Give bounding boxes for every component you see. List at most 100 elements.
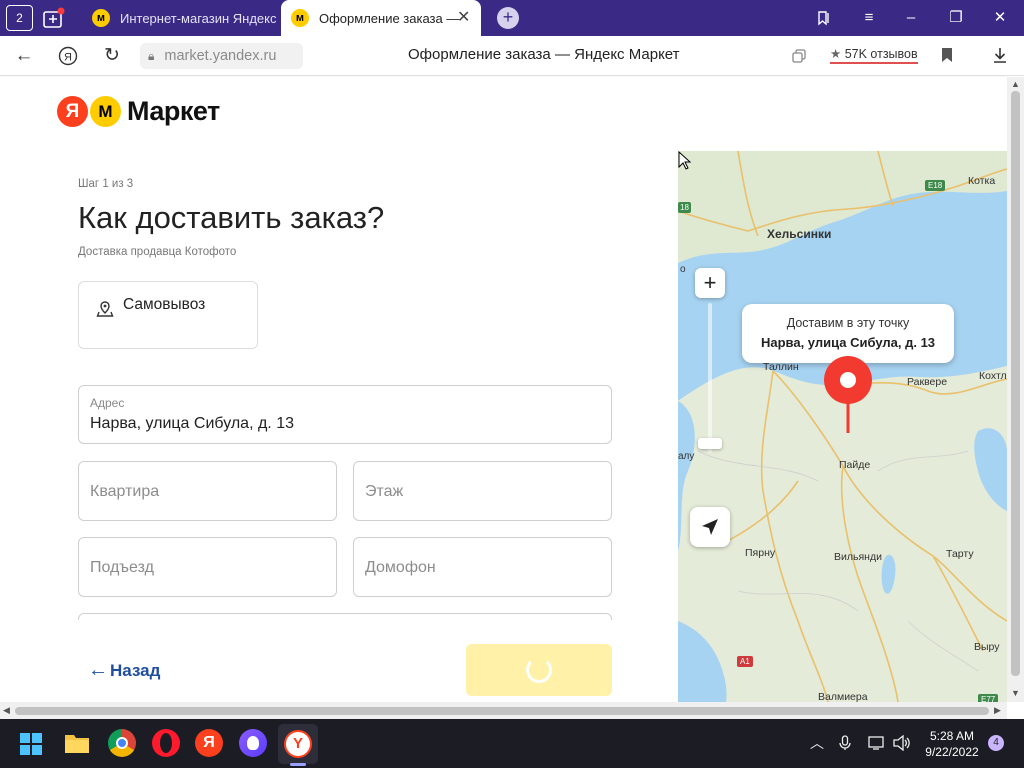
- map-label-parnu: Пярну: [745, 547, 776, 559]
- close-window-icon[interactable]: ✕: [988, 6, 1012, 30]
- clock-date: 9/22/2022: [925, 745, 979, 759]
- address-field[interactable]: Адрес Нарва, улица Сибула, д. 13: [78, 385, 612, 444]
- reviews-text: 57K отзывов: [844, 47, 918, 61]
- map-label-edge-alu: алу: [678, 451, 695, 462]
- star-icon: ★: [830, 47, 842, 61]
- yandex-logo-icon[interactable]: Я: [56, 44, 80, 68]
- vertical-scrollbar[interactable]: ▲ ▼: [1007, 77, 1024, 702]
- chevron-up-icon[interactable]: ︿: [810, 733, 824, 753]
- address-value: Нарва, улица Сибула, д. 13: [90, 415, 294, 432]
- windows-taskbar: Я Y ︿ 5:28 AM 9/22/2022 4: [0, 719, 1024, 768]
- market-logo-icon: М: [90, 96, 121, 127]
- map-label-edge-west: о: [680, 264, 686, 275]
- seller-note: Доставка продавца Котофото: [78, 246, 237, 258]
- map-label-helsinki: Хельсинки: [767, 227, 832, 241]
- horizontal-scrollbar[interactable]: ◀ ▶: [0, 702, 1007, 719]
- back-arrow-icon[interactable]: ←: [12, 44, 36, 68]
- vertical-scroll-thumb[interactable]: [1011, 91, 1020, 676]
- new-tab-button[interactable]: +: [497, 7, 519, 29]
- market-favicon-icon: м: [291, 9, 309, 27]
- close-tab-icon[interactable]: ✕: [457, 10, 470, 26]
- horizontal-scroll-thumb[interactable]: [15, 707, 989, 715]
- pickup-point-icon: [96, 301, 114, 317]
- continue-button[interactable]: [466, 644, 612, 696]
- scroll-down-icon[interactable]: ▼: [1011, 688, 1020, 698]
- alice-icon[interactable]: [239, 729, 267, 757]
- market-header: Я М Маркет: [0, 77, 1007, 151]
- plus-icon: +: [703, 270, 717, 295]
- plus-icon: +: [502, 7, 514, 27]
- floor-placeholder: Этаж: [365, 483, 404, 500]
- reviews-badge[interactable]: ★ 57K отзывов: [830, 46, 918, 64]
- map-label-kotka: Котка: [968, 175, 996, 187]
- browser-tab-bar: 2 м Интернет-магазин Яндекс м Оформление…: [0, 0, 1024, 36]
- zoom-in-button[interactable]: +: [695, 268, 725, 298]
- market-logo-text: Маркет: [127, 96, 220, 126]
- tab-count: 2: [16, 11, 23, 25]
- url-field[interactable]: 🔒︎ market.yandex.ru: [140, 43, 303, 69]
- clock-time: 5:28 AM: [929, 729, 975, 743]
- map-label-paide: Пайде: [839, 459, 871, 471]
- pickup-label: Самовывоз: [123, 296, 206, 313]
- page-title: Оформление заказа — Яндекс Маркет: [408, 46, 680, 63]
- tab-market-home[interactable]: м Интернет-магазин Яндекс: [80, 0, 276, 36]
- url-text: market.yandex.ru: [164, 48, 277, 64]
- back-label: Назад: [110, 660, 161, 680]
- collections-icon[interactable]: [40, 5, 67, 31]
- tab-checkout[interactable]: м Оформление заказа — ✕: [281, 0, 481, 36]
- start-icon[interactable]: [20, 733, 42, 760]
- entrance-placeholder: Подъезд: [90, 559, 154, 576]
- map-label-viljandi: Вильянди: [834, 551, 882, 563]
- floor-field[interactable]: Этаж: [353, 461, 612, 521]
- network-icon[interactable]: [868, 736, 886, 755]
- entrance-field[interactable]: Подъезд: [78, 537, 337, 597]
- scroll-left-icon[interactable]: ◀: [3, 705, 10, 716]
- scroll-right-icon[interactable]: ▶: [994, 705, 1001, 716]
- map-label-valmiera: Валмиера: [818, 691, 868, 702]
- geolocation-button[interactable]: [690, 507, 730, 547]
- volume-icon[interactable]: [893, 734, 911, 756]
- tab-counter-button[interactable]: 2: [6, 5, 33, 31]
- menu-icon[interactable]: ≡: [857, 6, 881, 30]
- back-button[interactable]: ← Назад: [88, 659, 160, 682]
- restore-icon[interactable]: ❐: [944, 6, 968, 30]
- apartment-field[interactable]: Квартира: [78, 461, 337, 521]
- map-label-voru: Выру: [974, 641, 1000, 653]
- tab-title: Интернет-магазин Яндекс: [120, 10, 276, 26]
- arrow-left-icon: ←: [88, 659, 108, 681]
- intercom-field[interactable]: Домофон: [353, 537, 612, 597]
- download-icon[interactable]: [992, 46, 1008, 69]
- minimize-icon[interactable]: –: [899, 6, 923, 30]
- route-badge-a1: A1: [737, 656, 753, 667]
- zoom-slider-handle[interactable]: [698, 438, 722, 449]
- map-label-kohtla: Кохтл: [979, 370, 1007, 382]
- navigation-arrow-icon: [702, 519, 718, 535]
- form-title: Как доставить заказ?: [78, 200, 385, 235]
- copy-link-icon[interactable]: [791, 48, 807, 69]
- notification-badge[interactable]: 4: [988, 735, 1004, 751]
- opera-icon[interactable]: [152, 729, 180, 757]
- yandex-app-icon[interactable]: Я: [195, 729, 223, 757]
- file-explorer-icon[interactable]: [64, 732, 90, 759]
- map-pin-icon[interactable]: [822, 355, 874, 435]
- svg-text:Я: Я: [64, 52, 72, 64]
- delivery-map[interactable]: E18 18 A1 E77 Хельсинки Котка Таллин Рак…: [678, 151, 1007, 702]
- route-badge-e77: E77: [978, 694, 999, 702]
- yandex-browser-icon[interactable]: Y: [284, 730, 312, 758]
- market-logo[interactable]: Я М Маркет: [57, 96, 220, 127]
- microphone-icon[interactable]: [839, 735, 851, 756]
- chrome-icon[interactable]: [108, 729, 136, 757]
- bookmark-icon[interactable]: [941, 47, 953, 68]
- route-badge-e18: E18: [925, 180, 946, 191]
- step-indicator: Шаг 1 из 3: [78, 178, 134, 190]
- system-clock[interactable]: 5:28 AM 9/22/2022: [916, 728, 988, 760]
- bookmarks-panel-icon[interactable]: [812, 6, 836, 30]
- zoom-slider-track[interactable]: [708, 303, 712, 453]
- address-bar: ← Я ↻ 🔒︎ market.yandex.ru Оформление зак…: [0, 36, 1024, 76]
- pickup-option[interactable]: Самовывоз: [78, 281, 258, 349]
- delivery-form: Шаг 1 из 3 Как доставить заказ? Доставка…: [0, 151, 678, 702]
- scroll-up-icon[interactable]: ▲: [1011, 79, 1020, 89]
- tooltip-caption: Доставим в эту точку: [786, 316, 910, 330]
- reload-icon[interactable]: ↻: [100, 44, 124, 68]
- tooltip-address: Нарва, улица Сибула, д. 13: [760, 335, 936, 350]
